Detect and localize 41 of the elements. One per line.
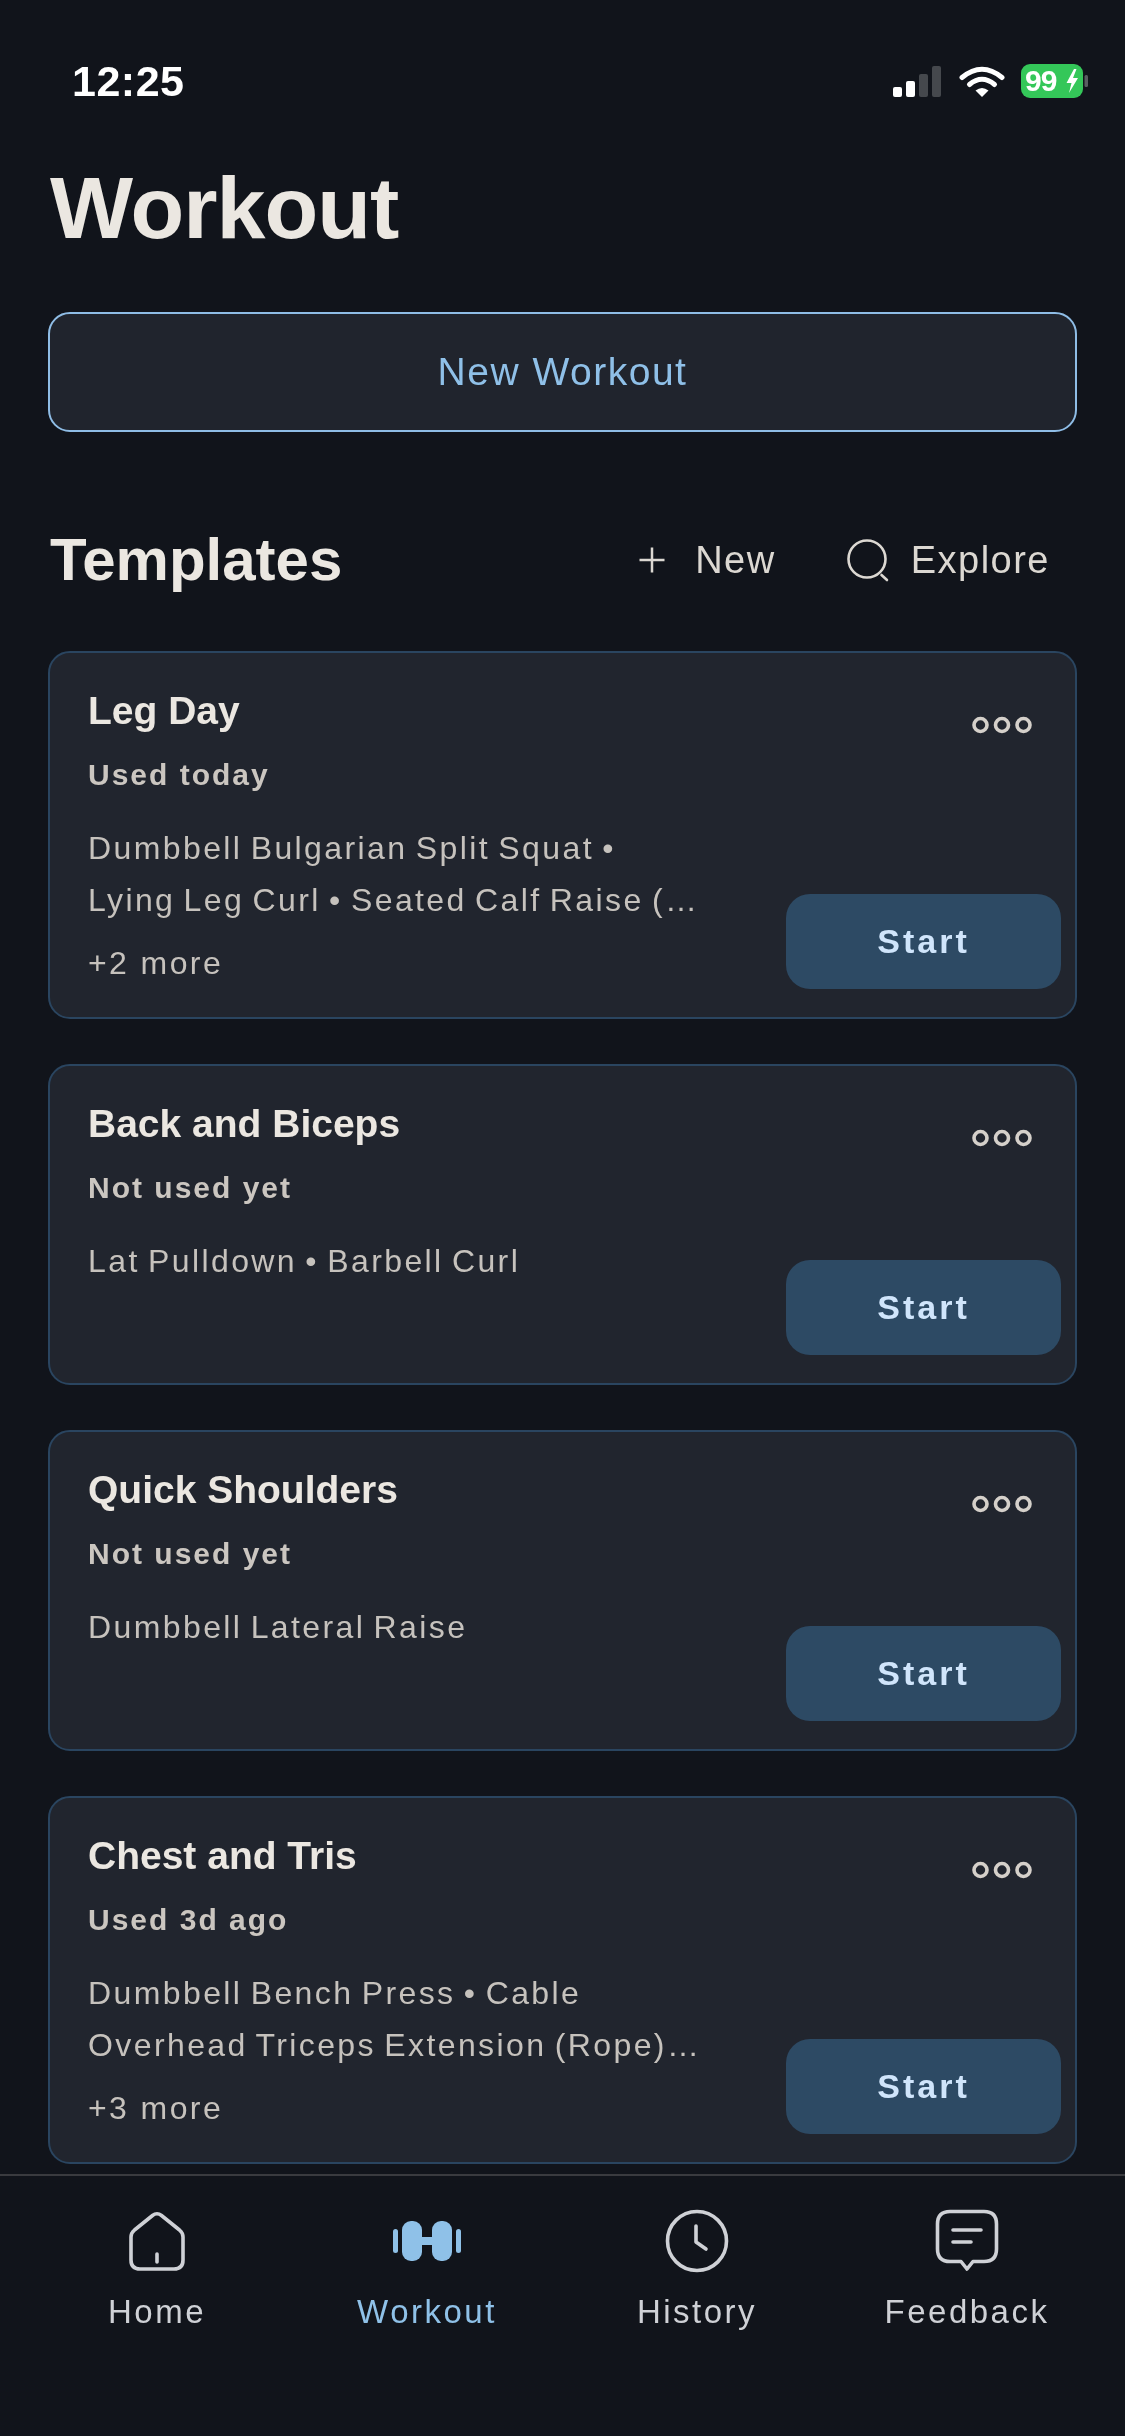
- chat-bubble-icon: [935, 2209, 999, 2273]
- wifi-icon: [959, 64, 1005, 98]
- battery-icon: [1021, 64, 1088, 98]
- start-button[interactable]: Start: [786, 1626, 1061, 1721]
- ellipsis-icon[interactable]: [972, 1861, 1032, 1879]
- tab-bar-item[interactable]: Workout: [292, 2176, 562, 2336]
- last-used-text: Not used yet: [88, 1536, 294, 1572]
- new-workout-button[interactable]: New Workout: [48, 312, 1077, 432]
- exercise-list: Lat Pulldown • Barbell Curl: [88, 1235, 704, 1287]
- tab-bar-item[interactable]: Home: [22, 2176, 292, 2336]
- template-title: Leg Day: [88, 688, 241, 734]
- search-icon: [845, 537, 891, 583]
- more-exercises-text: +3 more: [88, 2089, 225, 2128]
- ellipsis-icon[interactable]: [972, 1495, 1032, 1513]
- last-used-text: Not used yet: [88, 1170, 294, 1206]
- signal-icon: [893, 65, 943, 97]
- exercise-list: Dumbbell Bulgarian Split Squat • Lying Leg Curl • Seated Calf Raise (…: [88, 822, 704, 926]
- dumbbell-icon: [393, 2221, 461, 2261]
- tab-bar-item[interactable]: Feedback: [832, 2176, 1102, 2336]
- clock-icon: [665, 2209, 729, 2273]
- start-button[interactable]: Start: [786, 894, 1061, 989]
- template-title: Quick Shoulders: [88, 1467, 399, 1513]
- status-time: 12:25: [72, 56, 185, 106]
- explore-button[interactable]: Explore: [845, 537, 1050, 583]
- new-template-button[interactable]: New: [638, 537, 776, 583]
- start-button[interactable]: Start: [786, 1260, 1061, 1355]
- ellipsis-icon[interactable]: [972, 716, 1032, 734]
- page-title: Workout: [49, 157, 400, 259]
- more-exercises-text: +2 more: [88, 944, 225, 983]
- template-title: Back and Biceps: [88, 1101, 402, 1147]
- last-used-text: Used today: [88, 757, 271, 793]
- last-used-text: Used 3d ago: [88, 1902, 290, 1938]
- plus-icon: [638, 546, 667, 574]
- section-title: Templates: [50, 525, 344, 595]
- ellipsis-icon[interactable]: [972, 1129, 1032, 1147]
- start-button[interactable]: Start: [786, 2039, 1061, 2134]
- template-title: Chest and Tris: [88, 1833, 358, 1879]
- exercise-list: Dumbbell Bench Press • Cable Overhead Triceps Extension (Rope)…: [88, 1967, 704, 2071]
- battery-level-text: 99: [1025, 64, 1057, 98]
- tab-bar-item[interactable]: History: [562, 2176, 832, 2336]
- exercise-list: Dumbbell Lateral Raise: [88, 1601, 704, 1653]
